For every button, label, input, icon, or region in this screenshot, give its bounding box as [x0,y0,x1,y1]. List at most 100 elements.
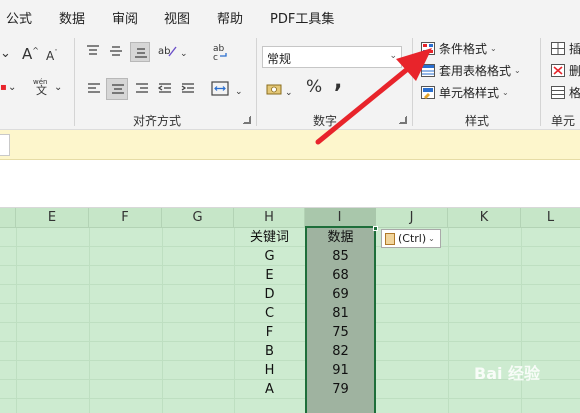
column-header-f[interactable]: F [89,208,162,228]
column-header-g[interactable]: G [162,208,234,228]
column-header-k[interactable]: K [448,208,521,228]
conditional-formatting-button[interactable]: 条件格式 ⌄ [421,39,497,57]
gridline [16,228,17,413]
cell-keyword[interactable]: E [234,266,305,285]
cell-data-value[interactable]: 91 [305,361,376,380]
merge-center-icon[interactable] [211,80,231,103]
decrease-font-size-icon[interactable]: Aˇ [46,45,58,64]
delete-cells-icon [551,63,565,77]
sheet-top-area [0,160,580,208]
increase-indent-icon[interactable] [181,82,195,101]
cell-keyword[interactable]: C [234,304,305,323]
format-cells-button[interactable]: 格 [551,83,580,101]
chevron-down-icon: ⌄ [389,51,397,61]
delete-cells-button[interactable]: 删 [551,61,580,79]
phonetic-guide-icon[interactable]: 文 [36,83,47,99]
align-center-icon[interactable] [106,78,128,100]
conditional-formatting-label: 条件格式 [439,41,488,56]
percent-style-icon[interactable]: % [306,79,322,96]
wrap-text-icon[interactable]: ab c [212,42,232,67]
cell-keyword[interactable]: F [234,323,305,342]
gridline [521,228,522,413]
clipboard-icon [385,232,395,245]
cell-data-value[interactable]: 81 [305,304,376,323]
increase-font-size-icon[interactable]: A^ [22,43,39,62]
paste-options-button[interactable]: (Ctrl) ⌄ [381,229,441,248]
cell-keyword[interactable]: H [234,361,305,380]
cell-data-value[interactable]: 82 [305,342,376,361]
styles-group-label: 样式 [465,114,490,128]
insert-cells-button[interactable]: 插 [551,39,580,57]
chevron-down-icon: ⌄ [428,234,435,243]
phonetic-dropdown-caret-icon[interactable]: ⌄ [54,80,62,96]
column-header-h[interactable]: H [234,208,305,228]
gridline [448,228,449,413]
number-format-value: 常规 [267,52,292,66]
cell-keyword[interactable]: G [234,247,305,266]
tab-view[interactable]: 视图 [164,8,190,27]
cell-data-value[interactable]: 75 [305,323,376,342]
accounting-dropdown-caret-icon[interactable]: ⌄ [285,85,293,101]
alignment-dialog-launcher-icon[interactable] [243,116,251,124]
align-middle-icon[interactable] [109,44,123,63]
text-orientation-icon[interactable]: ab [157,43,179,64]
format-as-table-button[interactable]: 套用表格格式 ⌄ [421,61,521,79]
fill-handle[interactable] [373,226,378,231]
align-top-icon[interactable] [86,44,100,63]
comma-style-icon[interactable]: , [334,71,342,93]
font-color-caret-icon[interactable]: ▪ [0,80,7,96]
cell-data-value[interactable]: 69 [305,285,376,304]
column-header-e[interactable]: E [16,208,89,228]
font-color-dropdown-icon[interactable]: ⌄ [8,80,16,96]
merge-dropdown-caret-icon[interactable]: ⌄ [235,84,243,100]
align-right-icon[interactable] [135,82,149,101]
column-header-l[interactable]: L [521,208,580,228]
cell-keyword[interactable]: B [234,342,305,361]
svg-text:ab: ab [158,46,170,57]
column-header-i: I [337,210,342,225]
formula-bar[interactable] [0,130,580,160]
number-dialog-launcher-icon[interactable] [399,116,407,124]
cell-styles-icon [421,85,435,99]
name-box[interactable] [0,134,10,156]
column-header-partial[interactable] [0,208,16,228]
column-header-j[interactable]: J [376,208,448,228]
cell-keyword[interactable]: D [234,285,305,304]
format-as-table-label: 套用表格格式 [439,63,512,78]
ribbon-separator [256,38,257,126]
insert-cells-label: 插 [569,41,580,56]
align-bottom-icon[interactable] [130,42,150,62]
decrease-indent-icon[interactable] [157,82,172,101]
conditional-formatting-icon [421,41,435,55]
cell-i1-header[interactable]: 数据 [305,228,376,247]
column-header-row: E F G H J K L [0,208,580,228]
cell-h1-header[interactable]: 关键词 [234,228,305,247]
tab-pdf-tools[interactable]: PDF工具集 [270,8,334,27]
tab-help[interactable]: 帮助 [217,8,243,27]
cell-data-value[interactable]: 68 [305,266,376,285]
gridline [162,228,163,413]
cell-data-value[interactable]: 85 [305,247,376,266]
ribbon-separator [540,38,541,126]
cell-data-value[interactable]: 79 [305,380,376,399]
tab-review[interactable]: 审阅 [112,8,138,27]
tab-data[interactable]: 数据 [59,8,85,27]
number-format-select[interactable]: 常规 ⌄ [262,46,402,68]
tab-formulas[interactable]: 公式 [6,8,32,27]
accounting-format-icon[interactable] [266,82,284,103]
chevron-down-icon: ⌄ [502,87,509,97]
format-as-table-icon [421,63,435,77]
font-size-dropdown-caret-icon[interactable]: ⌄ [0,46,11,62]
chevron-down-icon: ⌄ [490,43,497,53]
insert-cells-icon [551,41,565,55]
orientation-dropdown-caret-icon[interactable]: ⌄ [180,46,188,62]
cells-group-label: 单元 [551,114,576,128]
column-header-i-selected[interactable]: I [305,208,376,228]
number-group-label: 数字 [313,114,338,128]
watermark-logo: Bai 经验 [474,364,541,383]
cell-styles-button[interactable]: 单元格样式 ⌄ [421,83,509,101]
cell-styles-label: 单元格样式 [439,85,500,100]
cell-keyword[interactable]: A [234,380,305,399]
format-cells-icon [551,85,565,99]
align-left-icon[interactable] [87,82,101,101]
